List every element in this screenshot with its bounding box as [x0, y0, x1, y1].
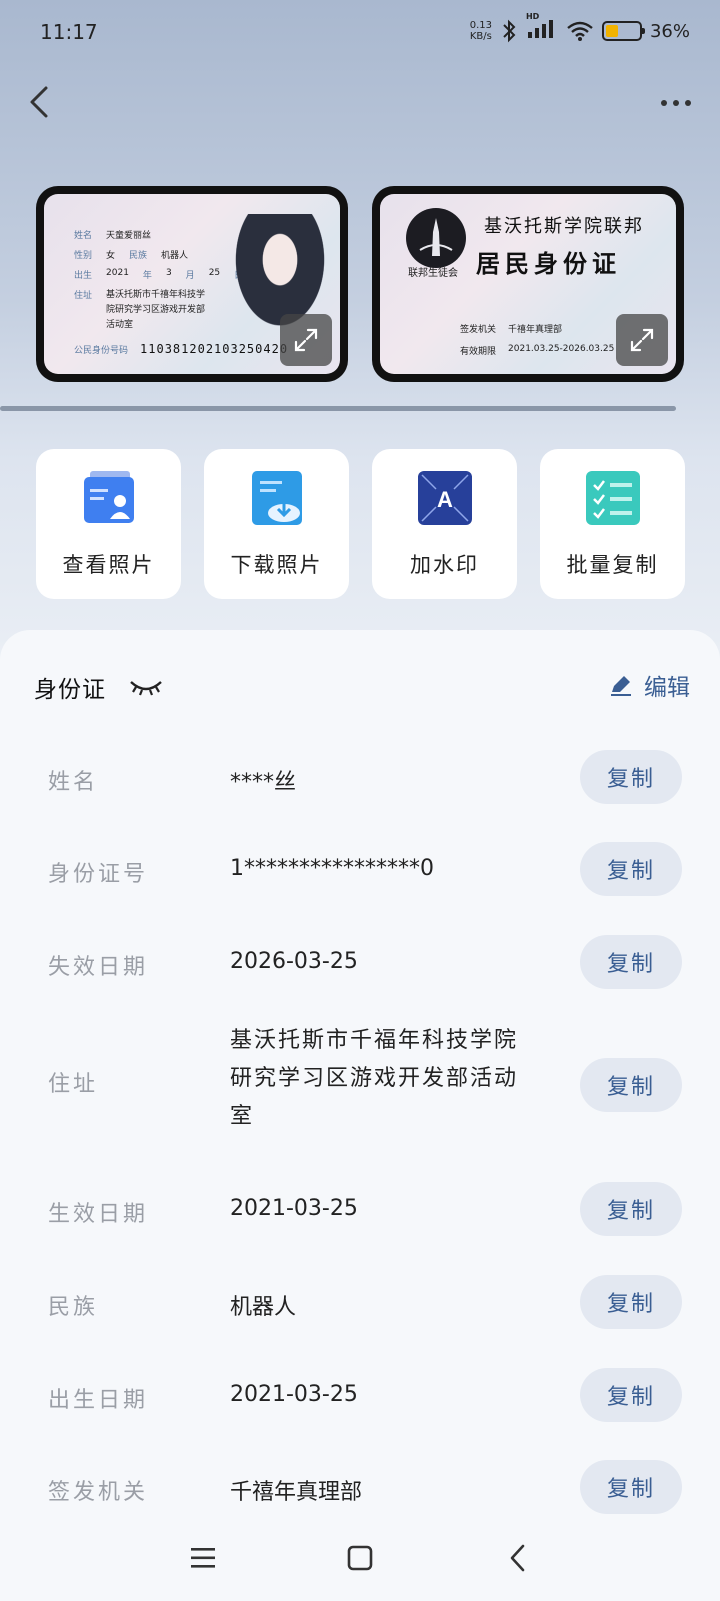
more-options-button[interactable] — [656, 88, 696, 118]
row-value: 千禧年真理部 — [230, 1480, 363, 1505]
union-name: 联邦生徒会 — [408, 268, 458, 279]
detail-row-issuing-authority: 签发机关 千禧年真理部 复制 — [0, 1460, 720, 1514]
row-key: 身份证号 — [48, 862, 149, 887]
row-key: 姓名 — [48, 770, 99, 795]
svg-text:A: A — [437, 487, 453, 512]
row-key: 签发机关 — [48, 1480, 149, 1505]
signal-icon — [527, 20, 553, 38]
recent-apps-button[interactable] — [183, 1538, 223, 1578]
edit-button[interactable]: 编辑 — [608, 668, 690, 702]
expand-back-button[interactable] — [616, 314, 668, 366]
copy-button[interactable]: 复制 — [580, 1058, 682, 1112]
detail-row-name: 姓名 ****丝 复制 — [0, 750, 720, 804]
batch-copy-icon — [584, 469, 642, 527]
batch-copy-button[interactable]: 批量复制 — [540, 449, 685, 599]
sheet-title: 身份证 — [34, 677, 106, 703]
status-time: 11:17 — [40, 20, 98, 44]
card-authority-row: 签发机关 千禧年真理部 — [460, 325, 563, 335]
detail-row-id-number: 身份证号 1****************0 复制 — [0, 842, 720, 896]
id-card-front-face: 姓名 天童爱丽丝 性别 女 民族 机器人 出生 2021 年 3 月 25 日 … — [44, 194, 340, 374]
net-speed: 0.13 KB/s — [469, 20, 492, 42]
id-details-sheet: 身份证 编辑 姓名 ****丝 复制 身份证号 1***************… — [0, 630, 720, 1601]
row-key: 生效日期 — [48, 1202, 149, 1227]
row-value: 1****************0 — [230, 856, 434, 881]
detail-row-ethnicity: 民族 机器人 复制 — [0, 1275, 720, 1329]
row-key: 失效日期 — [48, 955, 149, 980]
card-validity-row: 有效期限 2021.03.25-2026.03.25 — [460, 344, 615, 357]
detail-row-address: 住址 基沃托斯市千福年科技学院 研究学习区游戏开发部活动 室 复制 — [0, 1022, 720, 1142]
chevron-left-icon — [30, 86, 48, 118]
detail-row-effective-date: 生效日期 2021-03-25 复制 — [0, 1182, 720, 1236]
hide-details-eye-icon[interactable] — [128, 674, 164, 704]
card-carousel-scrollbar[interactable] — [0, 406, 676, 411]
expand-icon — [630, 328, 654, 352]
card-id-number-row: 公民身份号码 110381202103250420 — [74, 342, 289, 356]
federation-emblem — [406, 208, 466, 268]
view-photo-label: 查看照片 — [62, 553, 155, 577]
copy-button[interactable]: 复制 — [580, 935, 682, 989]
expand-front-button[interactable] — [280, 314, 332, 366]
tower-emblem-icon — [419, 218, 453, 256]
row-key: 民族 — [48, 1295, 99, 1320]
menu-icon — [191, 1548, 215, 1568]
copy-button[interactable]: 复制 — [580, 750, 682, 804]
status-bar: 11:17 0.13 KB/s HD 36% — [0, 0, 720, 64]
back-arrow-icon — [510, 1544, 525, 1572]
row-key: 住址 — [48, 1072, 99, 1097]
id-card-front[interactable]: 姓名 天童爱丽丝 性别 女 民族 机器人 出生 2021 年 3 月 25 日 … — [36, 186, 348, 382]
row-key: 出生日期 — [48, 1388, 149, 1413]
system-back-button[interactable] — [498, 1538, 538, 1578]
copy-button[interactable]: 复制 — [580, 1460, 682, 1514]
more-dots-icon — [661, 100, 691, 106]
home-square-icon — [347, 1545, 373, 1571]
card-back-title: 基沃托斯学院联邦 — [484, 216, 644, 237]
view-photo-button[interactable]: 查看照片 — [36, 449, 181, 599]
expand-icon — [294, 328, 318, 352]
detail-row-expiry-date: 失效日期 2026-03-25 复制 — [0, 935, 720, 989]
detail-row-birth-date: 出生日期 2021-03-25 复制 — [0, 1368, 720, 1422]
row-value: ****丝 — [230, 770, 297, 795]
add-watermark-button[interactable]: A 加水印 — [372, 449, 517, 599]
download-photo-icon — [248, 469, 306, 527]
edit-label: 编辑 — [644, 675, 690, 701]
row-value: 2021-03-25 — [230, 1382, 358, 1407]
watermark-icon: A — [416, 469, 474, 527]
download-photo-button[interactable]: 下载照片 — [204, 449, 349, 599]
bluetooth-icon — [503, 19, 516, 43]
add-watermark-label: 加水印 — [410, 553, 479, 577]
status-icons: 0.13 KB/s HD 36% — [469, 12, 690, 44]
row-value: 2026-03-25 — [230, 949, 358, 974]
pencil-icon — [611, 676, 631, 696]
copy-button[interactable]: 复制 — [580, 1275, 682, 1329]
system-navigation-bar — [0, 1518, 720, 1601]
row-value: 2021-03-25 — [230, 1196, 358, 1221]
card-back-subtitle: 居民身份证 — [476, 249, 621, 278]
row-value: 基沃托斯市千福年科技学院 研究学习区游戏开发部活动 室 — [230, 1028, 519, 1129]
wifi-icon — [567, 21, 593, 41]
card-name-row: 姓名 天童爱丽丝 — [74, 231, 152, 241]
battery-icon — [601, 21, 645, 41]
copy-button[interactable]: 复制 — [580, 1368, 682, 1422]
home-button[interactable] — [340, 1538, 380, 1578]
back-button[interactable] — [20, 80, 64, 124]
download-photo-label: 下载照片 — [230, 553, 323, 577]
copy-button[interactable]: 复制 — [580, 1182, 682, 1236]
id-card-back[interactable]: 联邦生徒会 基沃托斯学院联邦 居民身份证 签发机关 千禧年真理部 有效期限 20… — [372, 186, 684, 382]
card-address-row: 住址 基沃托斯市千禧年科技学 院研究学习区游戏开发部 活动室 — [74, 290, 206, 330]
card-birth-row: 出生 2021 年 3 月 25 日 — [74, 268, 243, 281]
signal-indicator: HD — [526, 12, 558, 44]
battery-percentage: 36% — [649, 20, 690, 42]
row-value: 机器人 — [230, 1295, 297, 1320]
id-card-back-face: 联邦生徒会 基沃托斯学院联邦 居民身份证 签发机关 千禧年真理部 有效期限 20… — [380, 194, 676, 374]
battery-fill — [605, 25, 618, 37]
copy-button[interactable]: 复制 — [580, 842, 682, 896]
card-sex-row: 性别 女 民族 机器人 — [74, 251, 189, 261]
view-photo-icon — [80, 469, 138, 527]
batch-copy-label: 批量复制 — [566, 553, 659, 577]
